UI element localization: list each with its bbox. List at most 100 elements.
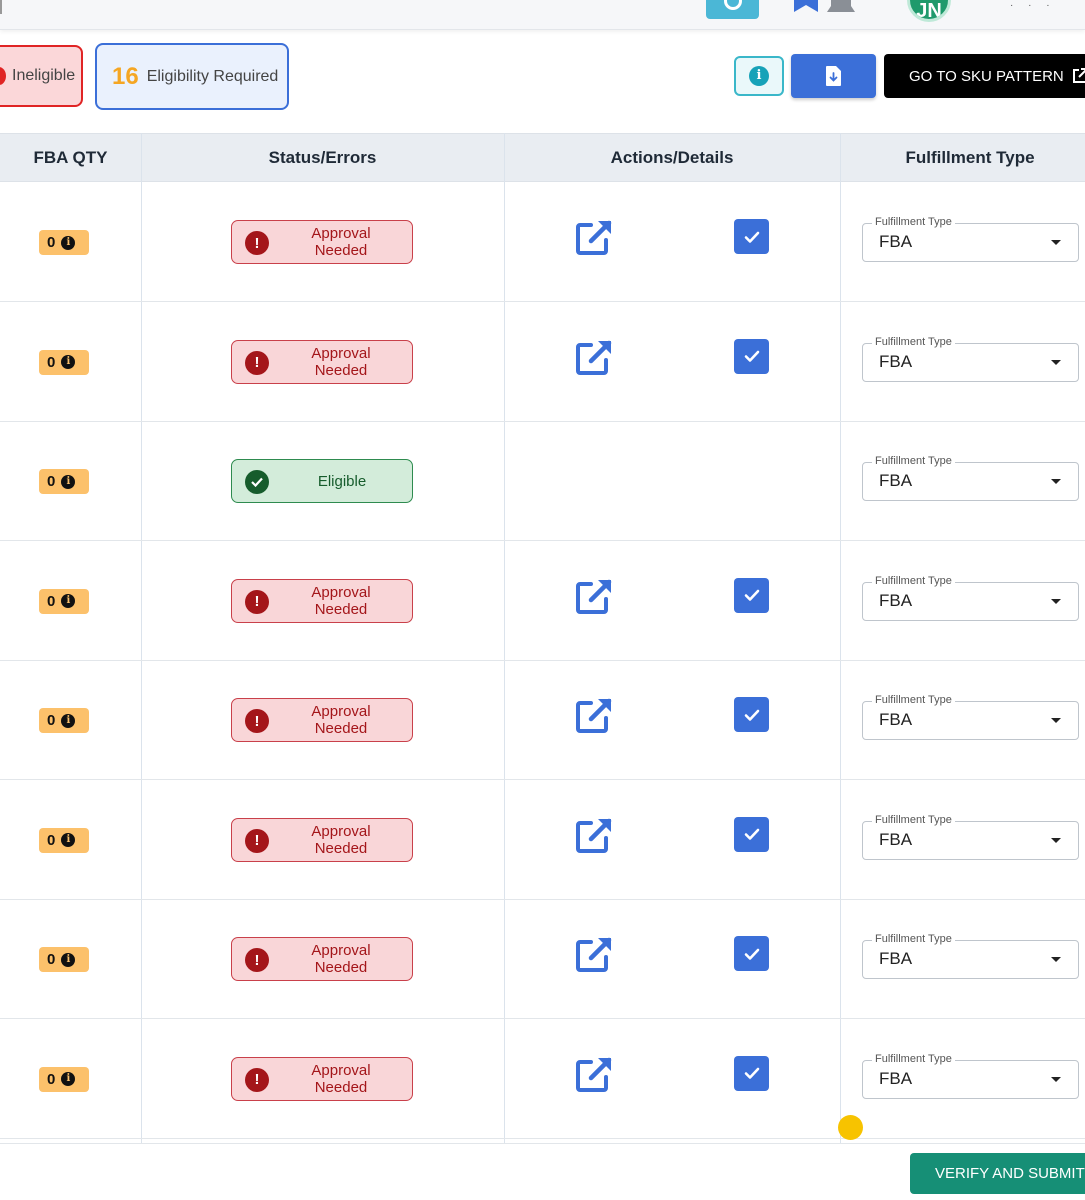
row-select-checkbox[interactable] bbox=[734, 936, 769, 971]
filter-chip-eligibility-required[interactable]: 16 Eligibility Required bbox=[95, 43, 289, 110]
info-icon[interactable]: i bbox=[61, 355, 76, 369]
fulfillment-type-label: Fulfillment Type bbox=[872, 455, 955, 467]
alert-circle-icon: ! bbox=[245, 828, 269, 853]
fulfillment-type-label: Fulfillment Type bbox=[872, 813, 955, 826]
go-to-sku-pattern-button[interactable]: GO TO SKU PATTERN bbox=[884, 54, 1085, 98]
fulfillment-type-select[interactable]: Fulfillment Type FBA bbox=[862, 933, 1079, 979]
row-select-checkbox[interactable] bbox=[734, 697, 769, 732]
fba-qty-value: 0 bbox=[47, 592, 56, 610]
checkbox-checked-icon bbox=[744, 709, 759, 721]
fba-qty-badge[interactable]: 0i bbox=[39, 349, 89, 375]
verify-label: VERIFY AND SUBMIT bbox=[935, 1165, 1085, 1182]
fba-qty-badge[interactable]: 0i bbox=[39, 708, 89, 733]
fulfillment-type-value: FBA bbox=[879, 351, 913, 371]
download-button[interactable] bbox=[791, 54, 876, 98]
chevron-down-icon bbox=[1051, 1076, 1061, 1082]
status-label: Approval Needed bbox=[311, 1061, 371, 1096]
chevron-down-icon bbox=[1051, 479, 1061, 484]
row-select-checkbox[interactable] bbox=[734, 219, 769, 254]
table-row: 0 i ! Approval Needed Fulfillment Type FBA bbox=[0, 541, 1085, 661]
column-header-status[interactable]: Status/Errors bbox=[141, 134, 504, 183]
external-link-icon bbox=[1072, 68, 1085, 83]
open-details-icon[interactable] bbox=[574, 337, 614, 377]
verify-and-submit-button[interactable]: VERIFY AND SUBMIT bbox=[910, 1153, 1085, 1194]
fba-qty-badge[interactable]: 0i bbox=[39, 230, 89, 255]
pointer-highlight bbox=[838, 1115, 863, 1140]
fulfillment-type-select[interactable]: Fulfillment Type FBA bbox=[862, 694, 1079, 740]
fba-qty-value: 0 bbox=[47, 353, 56, 371]
info-button[interactable]: i bbox=[734, 56, 784, 96]
open-details-icon[interactable] bbox=[574, 934, 614, 974]
fba-qty-badge[interactable]: 0i bbox=[39, 588, 89, 614]
status-badge: ! Approval Needed bbox=[231, 578, 413, 623]
open-details-icon[interactable] bbox=[574, 217, 614, 257]
help-button[interactable] bbox=[706, 0, 759, 19]
alert-circle-icon: ! bbox=[245, 350, 269, 375]
fulfillment-type-select[interactable]: Fulfillment Type FBA bbox=[862, 335, 1079, 382]
table-row: 0 i! Approval Needed Fulfillment Type FBA bbox=[0, 302, 1085, 422]
fba-qty-badge[interactable]: 0i bbox=[39, 947, 89, 972]
info-icon[interactable]: i bbox=[61, 1072, 76, 1086]
table-row: 0 i! Approval Needed Fulfillment Type FBA bbox=[0, 780, 1085, 900]
row-select-checkbox[interactable] bbox=[734, 338, 769, 374]
fulfillment-type-label: Fulfillment Type bbox=[872, 694, 955, 706]
table-row: 0 i Eligible Fulfillment Type FBA bbox=[0, 421, 1085, 541]
fba-qty-badge[interactable]: 0i bbox=[39, 469, 89, 494]
fulfillment-type-select[interactable]: Fulfillment Type FBA bbox=[862, 455, 1079, 501]
bell-icon[interactable] bbox=[826, 0, 856, 16]
download-icon bbox=[825, 66, 841, 86]
info-icon[interactable]: i bbox=[61, 235, 76, 250]
column-header-fulfillment-type[interactable]: Fulfillment Type bbox=[840, 134, 1085, 183]
column-header-actions[interactable]: Actions/Details bbox=[504, 134, 840, 183]
alert-circle-icon: ! bbox=[245, 589, 269, 614]
column-header-fba-qty[interactable]: FBA QTY bbox=[0, 134, 141, 183]
status-label: Approval Needed bbox=[311, 822, 371, 857]
row-select-checkbox[interactable] bbox=[734, 577, 769, 613]
fulfillment-type-value: FBA bbox=[879, 232, 913, 251]
info-icon[interactable]: i bbox=[61, 474, 76, 489]
fulfillment-type-value: FBA bbox=[879, 471, 913, 490]
avatar[interactable]: JN bbox=[907, 0, 951, 22]
open-details-icon[interactable] bbox=[574, 576, 614, 616]
open-details-icon[interactable] bbox=[574, 695, 614, 735]
fulfillment-type-select[interactable]: Fulfillment Type FBA bbox=[862, 216, 1079, 262]
fba-qty-badge[interactable]: 0i bbox=[39, 827, 89, 853]
fulfillment-type-label: Fulfillment Type bbox=[872, 1052, 955, 1065]
info-icon[interactable]: i bbox=[61, 594, 76, 608]
check-circle-icon bbox=[245, 470, 269, 494]
info-icon[interactable]: i bbox=[61, 952, 76, 967]
chevron-down-icon bbox=[1051, 957, 1061, 962]
status-label: Approval Needed bbox=[311, 942, 371, 976]
fulfillment-type-value: FBA bbox=[879, 949, 913, 968]
table-row: 0 i! Approval Needed Fulfillment Type FBA bbox=[0, 182, 1085, 302]
row-select-checkbox[interactable] bbox=[734, 816, 769, 852]
fulfillment-type-value: FBA bbox=[879, 829, 913, 849]
info-icon[interactable]: i bbox=[61, 833, 76, 847]
fba-qty-value: 0 bbox=[47, 234, 56, 251]
fba-qty-badge[interactable]: 0i bbox=[39, 1066, 89, 1092]
fulfillment-type-value: FBA bbox=[879, 590, 913, 610]
open-details-icon[interactable] bbox=[574, 815, 614, 855]
search-field-edge[interactable] bbox=[0, 0, 2, 14]
fulfillment-type-select[interactable]: Fulfillment Type FBA bbox=[862, 813, 1079, 860]
table-row: 0 i! Approval Needed Fulfillment Type FBA bbox=[0, 660, 1085, 780]
fba-qty-value: 0 bbox=[47, 473, 56, 490]
fulfillment-type-select[interactable]: Fulfillment Type FBA bbox=[862, 574, 1079, 621]
alert-circle-icon: ! bbox=[245, 1067, 269, 1092]
info-icon[interactable]: i bbox=[61, 713, 76, 728]
fulfillment-type-select[interactable]: Fulfillment Type FBA bbox=[862, 1052, 1079, 1099]
row-select-checkbox[interactable] bbox=[734, 1055, 769, 1091]
chevron-down-icon bbox=[1051, 837, 1061, 843]
bookmark-icon[interactable] bbox=[794, 0, 818, 12]
fulfillment-type-label: Fulfillment Type bbox=[872, 933, 955, 945]
chevron-down-icon bbox=[1051, 598, 1061, 604]
filter-chip-label: Eligibility Required bbox=[146, 67, 279, 85]
open-details-icon[interactable] bbox=[574, 1054, 614, 1094]
filter-chip-ineligible[interactable]: Ineligible bbox=[0, 45, 83, 107]
status-label: Approval Needed bbox=[311, 703, 371, 737]
fba-qty-value: 0 bbox=[47, 1070, 56, 1088]
user-menu-indicator[interactable]: · · · bbox=[1010, 0, 1056, 11]
checkbox-checked-icon bbox=[744, 350, 759, 362]
fulfillment-type-value: FBA bbox=[879, 710, 913, 729]
fba-qty-value: 0 bbox=[47, 831, 56, 849]
